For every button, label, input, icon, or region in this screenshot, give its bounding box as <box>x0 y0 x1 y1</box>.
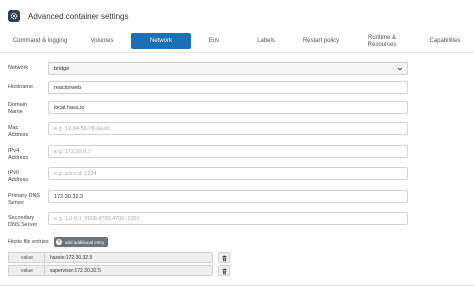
mac-address-input[interactable]: e.g. 12-34-56-78-9a-bc <box>48 122 408 135</box>
host-entry-row: value hassio:172.30.32.5 <box>8 252 230 263</box>
secondary-dns-input[interactable]: e.g. 1.0.0.1, 2606:4700:4700::1001 <box>48 212 408 225</box>
tab-divider <box>0 52 474 53</box>
hostname-input[interactable]: reactorweb <box>48 81 408 94</box>
bottom-divider <box>0 285 474 286</box>
tab-network[interactable]: Network <box>131 33 191 49</box>
host-entry-value: supervisor:172.30.32.5 <box>50 267 101 274</box>
trash-icon <box>221 262 228 280</box>
network-label: Network <box>8 65 29 71</box>
host-entry-input[interactable]: supervisor:172.30.32.5 <box>45 265 213 276</box>
tab-restart-policy[interactable]: Restart policy <box>294 33 348 49</box>
page-header: Advanced container settings <box>8 9 129 23</box>
network-select[interactable]: bridge <box>48 62 408 75</box>
domain-name-value: local.hass.io <box>54 104 85 111</box>
ipv4-address-input[interactable]: e.g. 172.20.0.7 <box>48 145 408 158</box>
add-entry-button[interactable]: + add additional entry <box>54 237 109 247</box>
tab-labels[interactable]: Labels <box>244 33 288 49</box>
host-entry-row: value supervisor:172.30.32.5 <box>8 265 230 276</box>
mac-address-label: Mac Address <box>8 125 29 138</box>
tab-runtime-resources[interactable]: Runtime & Resources <box>356 32 408 52</box>
primary-dns-input[interactable]: 172.30.32.3 <box>48 190 408 203</box>
secondary-dns-label: Secondary DNS Server <box>8 215 38 228</box>
gear-icon <box>8 10 20 22</box>
host-entry-value: hassio:172.30.32.5 <box>50 254 93 261</box>
tab-bar: Command & logging Volumes Network Env La… <box>0 33 474 53</box>
tab-volumes[interactable]: Volumes <box>78 33 126 49</box>
chevron-down-icon <box>397 66 403 74</box>
hosts-file-label: Hosts file entries <box>8 239 49 245</box>
tab-command-logging[interactable]: Command & logging <box>6 33 74 49</box>
hostname-value: reactorweb <box>54 84 82 91</box>
ipv6-address-input[interactable]: e.g. a:b:c:d::1234 <box>48 167 408 180</box>
ipv4-address-label: IPv4 Address <box>8 148 29 161</box>
secondary-dns-placeholder: e.g. 1.0.0.1, 2606:4700:4700::1001 <box>54 215 140 222</box>
domain-name-label: Domain Name <box>8 102 27 115</box>
ipv4-address-placeholder: e.g. 172.20.0.7 <box>54 148 91 155</box>
hostname-label: Hostname <box>8 84 34 90</box>
tab-env[interactable]: Env <box>196 33 232 49</box>
domain-name-input[interactable]: local.hass.io <box>48 101 408 114</box>
ipv6-address-label: IPv6 Address <box>8 170 29 183</box>
add-entry-label: add additional entry <box>65 239 105 245</box>
host-entry-addon: value <box>8 265 45 276</box>
host-entry-input[interactable]: hassio:172.30.32.5 <box>45 252 213 263</box>
primary-dns-value: 172.30.32.3 <box>54 193 84 200</box>
network-value: bridge <box>54 65 70 72</box>
primary-dns-label: Primary DNS Server <box>8 193 41 206</box>
delete-entry-button[interactable] <box>218 265 230 276</box>
mac-address-placeholder: e.g. 12-34-56-78-9a-bc <box>54 125 111 132</box>
page-title: Advanced container settings <box>28 11 129 21</box>
host-entry-addon: value <box>8 252 45 263</box>
tab-capabilities[interactable]: Capabilities <box>418 33 472 49</box>
ipv6-address-placeholder: e.g. a:b:c:d::1234 <box>54 170 97 177</box>
plus-icon: + <box>56 239 62 245</box>
